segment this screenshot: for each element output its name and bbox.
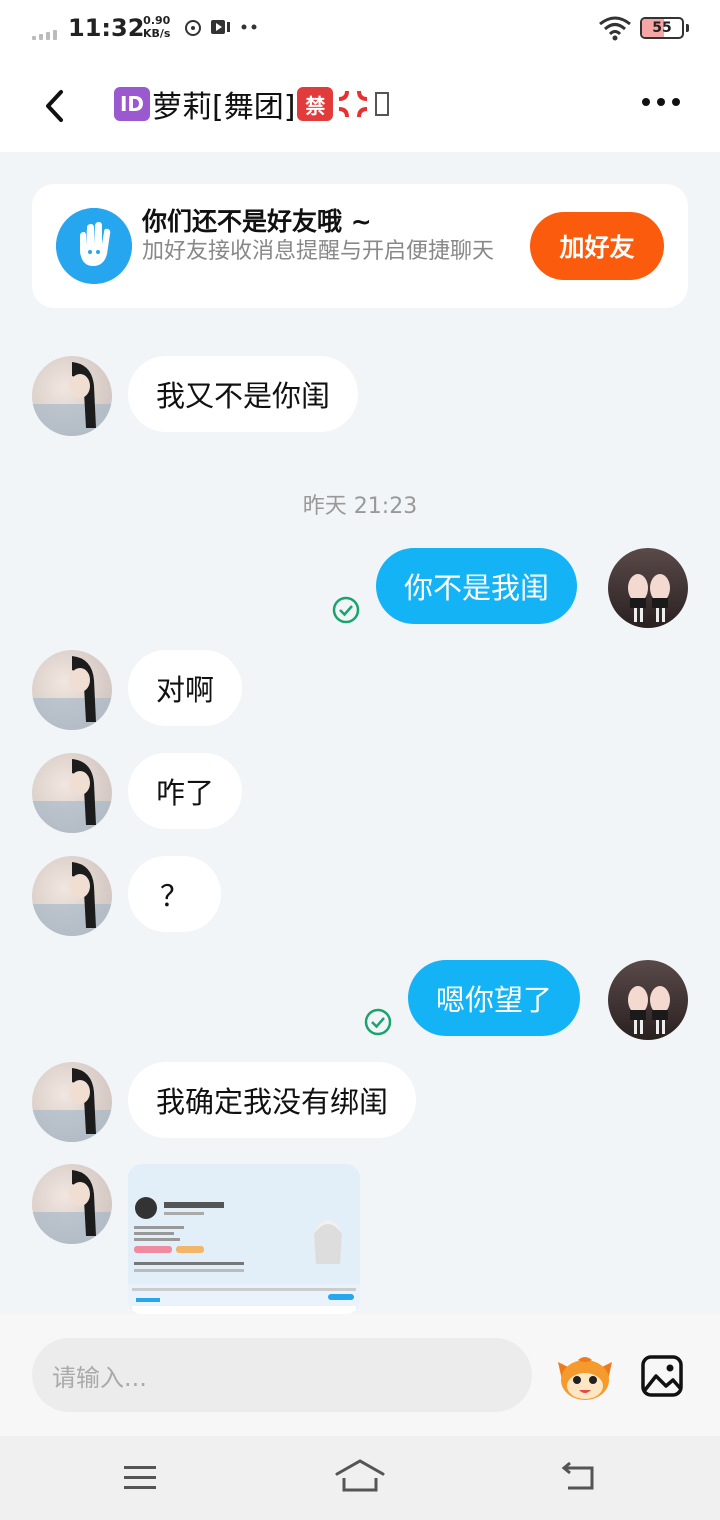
chat-title: ID 萝莉[舞团] 禁 xyxy=(114,82,390,126)
message-bubble-incoming[interactable]: 我确定我没有绑闺 xyxy=(128,1062,417,1138)
video-icon xyxy=(211,20,230,34)
image-picker-icon[interactable] xyxy=(640,1354,684,1398)
contact-name: 萝莉[舞团] xyxy=(152,90,296,125)
message-bubble-incoming[interactable]: 咋了 xyxy=(128,753,243,829)
wifi-icon xyxy=(599,16,631,41)
more-horizontal-icon[interactable] xyxy=(642,98,680,106)
anger-emoji-icon xyxy=(339,90,368,118)
add-friend-banner: 你们还不是好友哦 ~ 加好友接收消息提醒与开启便捷聊天 加好友 xyxy=(32,184,688,308)
message-bubble-outgoing[interactable]: 你不是我闺 xyxy=(376,548,578,624)
image-message-thumbnail[interactable] xyxy=(128,1164,360,1314)
network-speed: 0.90 KB/s xyxy=(143,14,171,40)
music-icon xyxy=(185,20,201,36)
contact-avatar[interactable] xyxy=(32,856,112,936)
emoji-sticker-icon[interactable] xyxy=(556,1352,614,1402)
signal-icon xyxy=(32,26,62,40)
contact-avatar[interactable] xyxy=(32,1062,112,1142)
read-check-icon xyxy=(332,596,360,624)
banner-title: 你们还不是好友哦 ~ xyxy=(142,207,372,236)
read-check-icon xyxy=(364,1008,392,1036)
wave-hand-icon xyxy=(56,208,132,284)
chevron-left-icon[interactable] xyxy=(36,86,76,126)
message-bubble-incoming[interactable]: ？ xyxy=(128,856,222,932)
unknown-glyph xyxy=(375,92,390,116)
banner-subtitle: 加好友接收消息提醒与开启便捷聊天 xyxy=(142,239,495,264)
input-bar: 请输入... xyxy=(0,1314,720,1436)
system-nav-bar xyxy=(0,1436,720,1520)
clock: 11:32 xyxy=(68,14,145,42)
contact-avatar[interactable] xyxy=(32,650,112,730)
message-timestamp: 昨天 21:23 xyxy=(302,494,418,519)
message-bubble-outgoing[interactable]: 嗯你望了 xyxy=(408,960,581,1036)
home-icon[interactable] xyxy=(334,1458,386,1494)
chat-header: ID 萝莉[舞团] 禁 xyxy=(0,60,720,152)
contact-avatar[interactable] xyxy=(32,753,112,833)
battery-icon: 55 xyxy=(640,17,684,39)
add-friend-button[interactable]: 加好友 xyxy=(530,212,664,280)
ban-badge: 禁 xyxy=(297,87,334,121)
menu-icon[interactable] xyxy=(122,1464,158,1492)
more-dots-icon xyxy=(241,24,257,30)
contact-avatar[interactable] xyxy=(32,356,112,436)
message-bubble-incoming[interactable]: 我又不是你闺 xyxy=(128,356,359,432)
message-input[interactable]: 请输入... xyxy=(32,1338,532,1412)
id-badge: ID xyxy=(114,87,150,121)
contact-avatar[interactable] xyxy=(32,1164,112,1244)
message-bubble-incoming[interactable]: 对啊 xyxy=(128,650,243,726)
my-avatar[interactable] xyxy=(608,960,688,1040)
status-bar: 11:32 0.90 KB/s 55 xyxy=(0,0,720,60)
back-icon[interactable] xyxy=(560,1462,598,1492)
my-avatar[interactable] xyxy=(608,548,688,628)
